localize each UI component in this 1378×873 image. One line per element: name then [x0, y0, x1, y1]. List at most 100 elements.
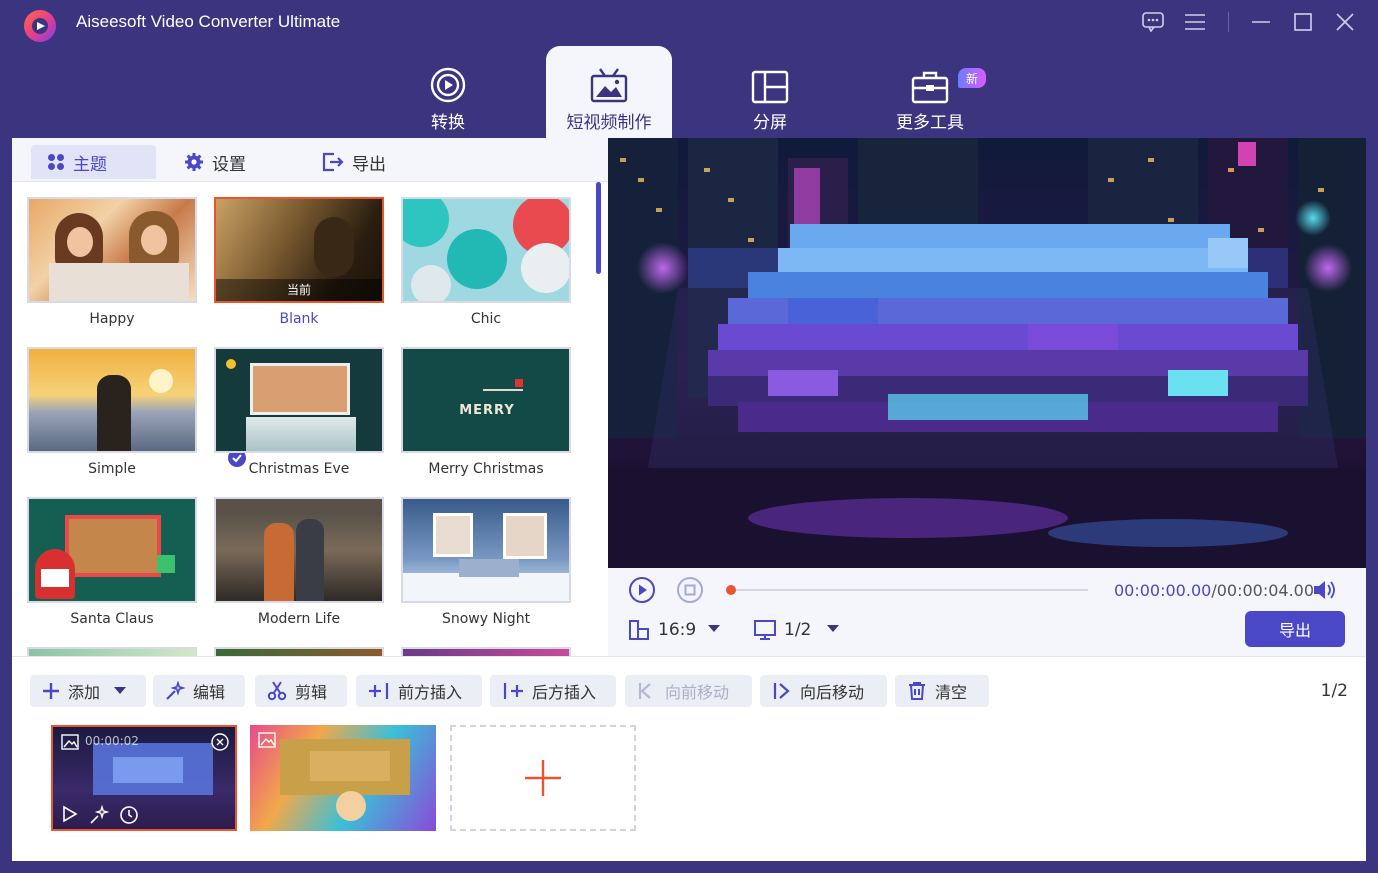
theme-thumbnail — [401, 497, 571, 603]
screen-page-value[interactable]: 1/2 — [784, 620, 811, 640]
theme-item-selected[interactable]: 当前 Blank — [214, 197, 384, 327]
feedback-icon[interactable] — [1140, 10, 1166, 34]
tab-mv[interactable]: 短视频制作 — [546, 46, 672, 138]
insert-after-label: 后方插入 — [532, 683, 597, 702]
subtab-theme[interactable]: 主题 — [31, 145, 156, 179]
app-title: Aiseesoft Video Converter Ultimate — [76, 12, 341, 31]
theme-thumbnail-partial — [214, 647, 384, 656]
timecode: 00:00:00.00/00:00:04.00 — [1114, 581, 1314, 600]
theme-item[interactable]: MERRY Merry Christmas — [401, 347, 571, 477]
tab-collage[interactable]: 分屏 — [722, 46, 818, 138]
tab-toolbox[interactable]: 更多工具 — [882, 46, 978, 138]
theme-item[interactable]: Snowy Night — [401, 497, 571, 627]
page-count: 1/2 — [1320, 681, 1348, 701]
image-icon — [258, 732, 276, 748]
aspect-ratio-icon — [629, 620, 649, 640]
move-backward-button[interactable]: 向后移动 — [760, 675, 887, 707]
export-button[interactable]: 导出 — [1245, 611, 1345, 647]
insert-before-label: 前方插入 — [398, 683, 463, 702]
theme-grid-icon — [48, 154, 64, 170]
insert-after-button[interactable]: 后方插入 — [490, 675, 616, 707]
play-button[interactable] — [628, 576, 656, 604]
theme-item[interactable]: Happy — [27, 197, 197, 327]
stop-button[interactable] — [676, 576, 704, 604]
theme-item[interactable]: Simple — [27, 347, 197, 477]
magic-wand-icon — [166, 681, 185, 700]
add-button[interactable]: 添加 — [30, 675, 146, 707]
theme-thumbnail — [27, 497, 197, 603]
close-icon[interactable] — [211, 733, 229, 751]
edit-label: 编辑 — [193, 683, 226, 702]
subtab-export[interactable]: 导出 — [306, 145, 416, 179]
theme-thumbnail-partial — [27, 647, 197, 656]
menu-icon[interactable] — [1182, 10, 1208, 34]
magic-wand-icon[interactable] — [89, 805, 109, 825]
insert-after-icon — [503, 683, 523, 699]
chevron-down-icon[interactable] — [114, 687, 127, 695]
move-backward-label: 向后移动 — [800, 683, 865, 702]
close-icon[interactable] — [1332, 10, 1358, 34]
clip-pixelated-overlay — [113, 757, 183, 783]
total-time: /00:00:04.00 — [1211, 581, 1315, 600]
clip-item[interactable] — [250, 725, 436, 831]
chevron-down-icon[interactable] — [827, 625, 839, 633]
theme-name: Merry Christmas — [428, 461, 544, 477]
move-backward-icon — [773, 683, 790, 699]
plus-icon — [525, 760, 561, 796]
theme-name: Happy — [89, 311, 135, 327]
theme-item[interactable]: Modern Life — [214, 497, 384, 627]
clip-duration: 00:00:02 — [85, 734, 139, 748]
tab-convert-label: 转换 — [431, 113, 465, 133]
new-badge: 新 — [958, 68, 986, 88]
theme-thumbnail-partial — [401, 647, 571, 656]
player-controls: 00:00:00.00/00:00:04.00 16:9 1/2 导出 — [608, 568, 1366, 656]
tab-toolbox-label: 更多工具 — [896, 113, 964, 133]
preview-panel: 00:00:00.00/00:00:04.00 16:9 1/2 导出 — [608, 138, 1366, 656]
preview-scene — [608, 138, 1366, 568]
clear-label: 清空 — [935, 683, 968, 702]
subtab-bar: 主题 设置 导出 — [12, 138, 608, 182]
tab-mv-label: 短视频制作 — [566, 113, 652, 133]
move-forward-button[interactable]: 向前移动 — [625, 675, 752, 707]
move-forward-label: 向前移动 — [665, 683, 730, 702]
progress-track[interactable] — [730, 589, 1088, 591]
clear-button[interactable]: 清空 — [895, 675, 989, 707]
theme-item[interactable]: Santa Claus — [27, 497, 197, 627]
add-clip-button[interactable] — [450, 725, 636, 831]
plus-icon — [43, 683, 59, 699]
theme-name: Snowy Night — [441, 611, 531, 627]
move-forward-icon — [638, 683, 651, 699]
theme-item[interactable]: Chic — [401, 197, 571, 327]
clip-area: 添加 编辑 剪辑 前方插入 后方插入 向前移动 向后移动 清空 1/2 00:0… — [12, 656, 1366, 861]
insert-before-button[interactable]: 前方插入 — [356, 675, 482, 707]
aspect-ratio-value[interactable]: 16:9 — [658, 620, 696, 640]
current-label: 当前 — [216, 279, 382, 301]
subtab-theme-label: 主题 — [73, 154, 107, 175]
current-time: 00:00:00.00 — [1114, 581, 1212, 600]
clip-item-selected[interactable]: 00:00:02 — [51, 725, 237, 831]
toolbox-icon — [911, 58, 949, 104]
theme-name: Simple — [88, 461, 136, 477]
minimize-icon[interactable] — [1248, 10, 1274, 34]
export-icon — [322, 152, 344, 172]
subtab-settings[interactable]: 设置 — [168, 145, 288, 179]
chevron-down-icon[interactable] — [708, 625, 720, 633]
title-bar: Aiseesoft Video Converter Ultimate — [0, 0, 1378, 46]
theme-panel: 主题 设置 导出 Happy 当前 Blank Chic Simple Chri… — [12, 138, 608, 656]
subtab-export-label: 导出 — [352, 154, 386, 175]
theme-thumbnail: MERRY — [401, 347, 571, 453]
tab-collage-label: 分屏 — [753, 113, 787, 133]
theme-thumbnail: 当前 — [214, 197, 384, 303]
progress-handle[interactable] — [726, 585, 736, 595]
theme-thumbnail — [214, 497, 384, 603]
volume-icon[interactable] — [1312, 579, 1336, 601]
theme-item[interactable]: Christmas Eve — [214, 347, 384, 477]
play-icon[interactable] — [61, 805, 79, 823]
trim-button[interactable]: 剪辑 — [255, 675, 347, 707]
maximize-icon[interactable] — [1290, 10, 1316, 34]
subtab-settings-label: 设置 — [212, 154, 246, 175]
edit-button[interactable]: 编辑 — [153, 675, 245, 707]
clock-icon[interactable] — [119, 805, 139, 825]
theme-scrollbar[interactable] — [596, 182, 601, 274]
tab-convert[interactable]: 转换 — [400, 46, 496, 138]
